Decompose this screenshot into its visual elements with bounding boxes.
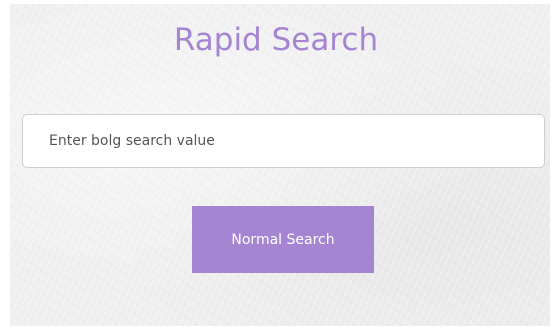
page-title: Rapid Search xyxy=(173,22,379,58)
normal-search-button[interactable]: Normal Search xyxy=(192,206,374,273)
search-input[interactable] xyxy=(22,114,545,168)
